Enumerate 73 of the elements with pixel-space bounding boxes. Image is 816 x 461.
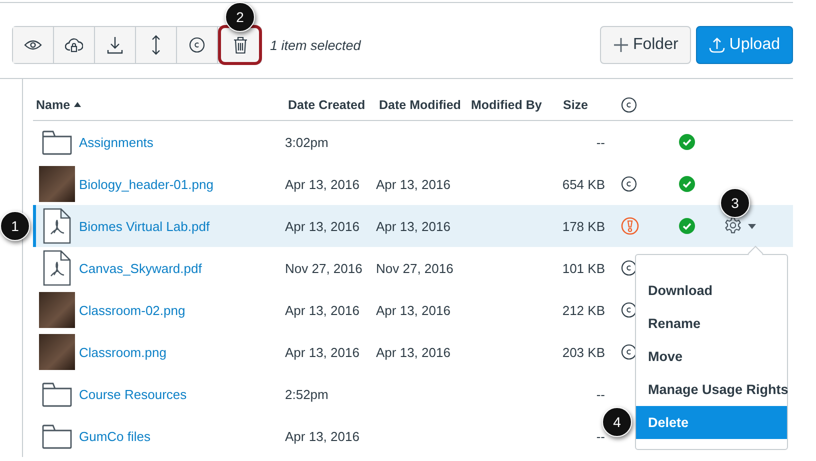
step-number: 3 [720,188,750,218]
menu-item[interactable]: Manage Usage Rights [636,373,787,406]
file-name-link[interactable]: Biomes Virtual Lab.pdf [79,218,210,234]
copyright-icon[interactable] [621,176,637,192]
date-created: Nov 27, 2016 [284,260,362,276]
selection-count: 1 item selected [270,38,362,52]
photo-placeholder [39,292,75,328]
upload-icon [709,37,726,53]
copyright-icon[interactable] [189,37,205,53]
warning-icon[interactable] [621,217,639,235]
file-size: -- [596,428,605,444]
step-number: 1 [0,211,30,241]
menu-item[interactable]: Delete [636,406,787,439]
sort-up-icon[interactable] [74,102,82,107]
date-modified: Apr 13, 2016 [375,218,450,234]
delete-button[interactable] [218,25,262,65]
file-name-link[interactable]: Course Resources [79,386,187,402]
date-modified: Nov 27, 2016 [375,260,454,276]
pdf-file-icon [43,208,71,244]
trash-icon[interactable] [232,36,248,54]
plus-icon [612,37,629,53]
file-size: 178 KB [562,218,605,234]
file-name-link[interactable]: Classroom.png [79,344,166,360]
file-name-link[interactable]: Biology_header-01.png [79,176,214,192]
file-name-link[interactable]: GumCo files [79,428,151,444]
folder-icon [42,130,72,154]
column-header[interactable]: Date Created [288,98,366,112]
date-created: 3:02pm [284,134,328,150]
folder-button[interactable]: Folder [600,26,692,64]
column-header[interactable]: Name [36,98,70,112]
menu-item[interactable]: Download [636,274,787,307]
download-icon[interactable] [107,36,123,54]
settings-icon[interactable] [724,217,742,235]
menu-item[interactable]: Move [636,340,787,373]
folder-icon [42,424,72,448]
column-header[interactable]: Size [563,98,588,112]
caret-icon[interactable] [748,224,756,228]
cloud-lock-icon[interactable] [65,38,83,52]
file-size: -- [596,386,605,402]
copyright-icon[interactable] [621,96,637,112]
date-created: Apr 13, 2016 [284,218,360,234]
step-number: 4 [602,407,632,437]
file-size: 654 KB [562,176,605,192]
file-size: -- [596,134,605,150]
date-modified: Apr 13, 2016 [375,176,450,192]
step-number: 2 [225,2,255,32]
photo-placeholder [39,166,75,202]
file-name-link[interactable]: Assignments [79,134,154,150]
date-modified: Apr 13, 2016 [375,302,450,318]
photo-placeholder [39,334,75,370]
date-created: Apr 13, 2016 [284,302,360,318]
published-check-icon[interactable] [679,218,695,234]
eye-icon[interactable] [24,39,42,51]
menu-item[interactable]: Rename [636,307,787,340]
file-size: 212 KB [562,302,605,318]
view-button[interactable] [13,27,54,63]
published-check-icon[interactable] [679,176,695,192]
pdf-file-icon [43,250,71,286]
date-created: 2:52pm [284,386,328,402]
file-size: 203 KB [562,344,605,360]
date-created: Apr 13, 2016 [284,344,360,360]
date-modified: Apr 13, 2016 [375,344,450,360]
date-created: Apr 13, 2016 [284,428,360,444]
column-header[interactable]: Modified By [471,98,542,112]
file-size: 101 KB [562,260,605,276]
file-name-link[interactable]: Classroom-02.png [79,302,186,318]
published-check-icon[interactable] [679,134,695,150]
upload-button[interactable]: Upload [696,26,793,64]
date-created: Apr 13, 2016 [284,176,360,192]
file-name-link[interactable]: Canvas_Skyward.pdf [79,260,202,276]
folder-icon [42,382,72,406]
up-down-arrow-icon[interactable] [151,35,161,55]
column-header[interactable]: Date Modified [379,98,461,112]
